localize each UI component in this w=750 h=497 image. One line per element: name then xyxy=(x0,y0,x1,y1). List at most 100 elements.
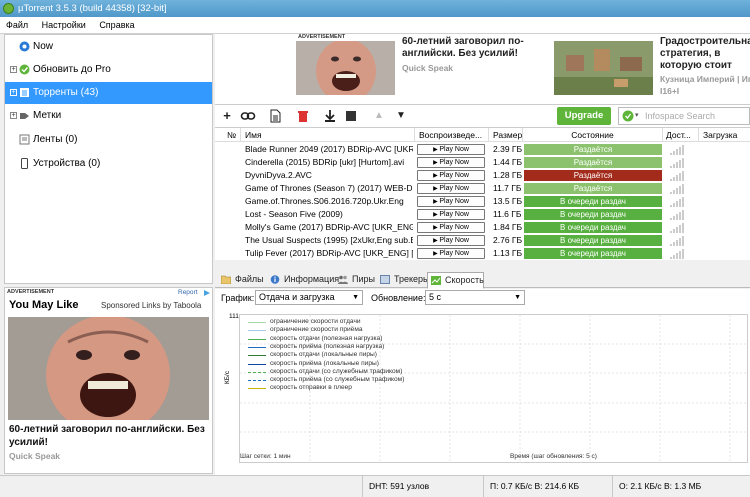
ad-title[interactable]: 60-летний заговорил по-английски. Без ус… xyxy=(9,423,209,449)
availability-signal-icon xyxy=(670,236,690,246)
move-up-icon[interactable]: ▲ xyxy=(371,108,387,124)
column-name[interactable]: Имя xyxy=(241,128,415,142)
table-row[interactable]: The Usual Suspects (1995) [2xUkr,Eng sub… xyxy=(215,234,750,247)
top-ad-banner: ADVERTISEMENT 60-летний заговорил по-анг… xyxy=(215,34,750,104)
tab-files[interactable]: Файлы xyxy=(218,272,267,288)
table-row[interactable]: Tulip Fever (2017) BDRip-AVC [UKR_ENG] [… xyxy=(215,247,750,260)
upgrade-button[interactable]: Upgrade xyxy=(557,107,611,125)
ad-label: ADVERTISEMENT xyxy=(298,34,346,40)
ad1-source: Quick Speak xyxy=(402,63,454,73)
sidebar-item-now[interactable]: Now xyxy=(5,36,212,58)
sidebar-item-label: Ленты (0) xyxy=(33,134,78,145)
move-down-icon[interactable]: ▼ xyxy=(393,108,409,124)
play-now-label: Play Now xyxy=(439,172,469,179)
tab-trackers[interactable]: Трекеры xyxy=(377,272,430,288)
upload-status: О: 2.1 КБ/с В: 1.3 МБ xyxy=(612,476,750,497)
play-now-button[interactable]: ▶ Play Now xyxy=(417,235,485,246)
legend-entry: скорость отдачи (локальные пиры) xyxy=(247,351,377,359)
sidebar-item-labels[interactable]: + Метки xyxy=(5,105,212,127)
torrent-name: Molly's Game (2017) BDRip-AVC [UKR_ENG] … xyxy=(245,222,413,232)
play-now-button[interactable]: ▶ Play Now xyxy=(417,209,485,220)
status-badge: В очереди раздач xyxy=(524,235,662,246)
play-now-button[interactable]: ▶ Play Now xyxy=(417,183,485,194)
legend-swatch xyxy=(248,322,266,323)
play-now-button[interactable]: ▶ Play Now xyxy=(417,157,485,168)
sidebar-item-devices[interactable]: Устройства (0) xyxy=(5,153,212,175)
torrent-name: Tulip Fever (2017) BDRip-AVC [UKR_ENG] [… xyxy=(245,248,413,258)
expand-icon[interactable]: + xyxy=(10,89,17,96)
graph-type-select[interactable]: Отдача и загрузка ▼ xyxy=(255,290,363,305)
ad-image[interactable] xyxy=(8,317,209,420)
column-size[interactable]: Размер xyxy=(489,128,523,142)
tab-info[interactable]: Информация xyxy=(267,272,339,288)
stop-icon[interactable] xyxy=(343,108,359,124)
legend-entry: скорость отдачи (полезная нагрузка) xyxy=(247,335,382,343)
grid-step-label: Шаг сетки: 1 мин xyxy=(240,453,291,460)
menu-help[interactable]: Справка xyxy=(93,17,139,33)
sidebar-item-feeds[interactable]: Ленты (0) xyxy=(5,129,212,151)
table-row[interactable]: Blade Runner 2049 (2017) BDRip-AVC [UKR_… xyxy=(215,143,750,156)
ad2-image[interactable] xyxy=(554,41,653,95)
legend-entry: скорость приёма (локальные пиры) xyxy=(247,360,379,368)
legend-swatch xyxy=(248,330,266,332)
sidebar-item-pro[interactable]: + Обновить до Pro xyxy=(5,59,212,81)
play-now-button[interactable]: ▶ Play Now xyxy=(417,248,485,259)
column-play[interactable]: Воспроизведе... xyxy=(415,128,489,142)
table-row[interactable]: DyvniDyva.2.AVC ▶ Play Now 1.28 ГБ Раздаётс… xyxy=(215,169,750,182)
table-row[interactable]: Lost - Season Five (2009) ▶ Play Now 11.6 … xyxy=(215,208,750,221)
tab-label: Файлы xyxy=(235,274,264,284)
ad1-image[interactable] xyxy=(296,41,395,95)
adchoices-icon[interactable] xyxy=(203,289,211,297)
tab-speed[interactable]: Скорость xyxy=(427,272,484,289)
ad-label: ADVERTISEMENT xyxy=(7,289,55,295)
table-row[interactable]: Game.of.Thrones.S06.2016.720p.Ukr.Eng ▶ P… xyxy=(215,195,750,208)
menu-settings[interactable]: Настройки xyxy=(36,17,91,33)
ad2-extra: I16+I xyxy=(660,86,680,96)
ad-source: Quick Speak xyxy=(9,451,61,461)
add-link-icon[interactable] xyxy=(240,108,256,124)
start-download-icon[interactable] xyxy=(322,108,338,124)
sidebar-item-torrents[interactable]: + Торренты (43) xyxy=(5,82,212,104)
menu-file[interactable]: Файл xyxy=(0,17,33,33)
chevron-down-icon: ▼ xyxy=(352,294,359,301)
expand-icon[interactable]: + xyxy=(10,66,17,73)
graph-type-value: Отдача и загрузка xyxy=(259,292,335,302)
availability-signal-icon xyxy=(670,158,690,168)
play-now-button[interactable]: ▶ Play Now xyxy=(417,144,485,155)
add-torrent-icon[interactable]: + xyxy=(219,108,235,124)
table-row[interactable]: Molly's Game (2017) BDRip-AVC [UKR_ENG] … xyxy=(215,221,750,234)
status-badge: Раздаётся xyxy=(524,183,662,194)
ad-sponsor[interactable]: Sponsored Links by Taboola xyxy=(101,301,201,310)
delete-icon[interactable] xyxy=(295,108,311,124)
column-availability[interactable]: Дост... xyxy=(663,128,699,142)
search-input[interactable]: ▾ Infospace Search xyxy=(618,107,750,125)
legend-label: скорость приёма (локальные пиры) xyxy=(270,359,379,367)
report-link[interactable]: Report xyxy=(178,289,198,296)
expand-icon[interactable]: + xyxy=(10,112,17,119)
legend-label: ограничение скорости приёма xyxy=(270,326,363,334)
play-now-button[interactable]: ▶ Play Now xyxy=(417,222,485,233)
tab-peers[interactable]: Пиры xyxy=(335,272,376,288)
y-axis-unit: КБ/с xyxy=(224,370,231,384)
torrent-size: 2.76 ГБ xyxy=(493,235,523,245)
legend-swatch xyxy=(248,388,266,390)
table-row[interactable]: Cinderella (2015) BDRip [ukr] [Hurtom].a… xyxy=(215,156,750,169)
legend-swatch xyxy=(248,346,266,348)
table-row[interactable]: Game of Thrones (Season 7) (2017) WEB-DL… xyxy=(215,182,750,195)
trackers-icon xyxy=(380,275,390,284)
torrent-name: Cinderella (2015) BDRip [ukr] [Hurtom].a… xyxy=(245,157,405,167)
ad1-title[interactable]: 60-летний заговорил по-английски. Без ус… xyxy=(402,36,527,62)
update-interval-label: Обновление: xyxy=(371,293,426,303)
torrent-size: 2.39 ГБ xyxy=(493,144,523,154)
update-interval-select[interactable]: 5 с ▼ xyxy=(425,290,525,305)
play-now-button[interactable]: ▶ Play Now xyxy=(417,196,485,207)
column-download[interactable]: Загрузка xyxy=(699,128,750,142)
column-number[interactable]: № xyxy=(215,128,241,142)
status-badge: В очереди раздач xyxy=(524,248,662,259)
ad2-title[interactable]: Градостроительная стратегия, в которую с… xyxy=(660,36,750,74)
column-status[interactable]: Состояние xyxy=(523,128,663,142)
play-now-button[interactable]: ▶ Play Now xyxy=(417,170,485,181)
create-torrent-icon[interactable] xyxy=(267,108,283,124)
now-icon xyxy=(19,41,30,52)
torrent-name: Lost - Season Five (2009) xyxy=(245,209,343,219)
